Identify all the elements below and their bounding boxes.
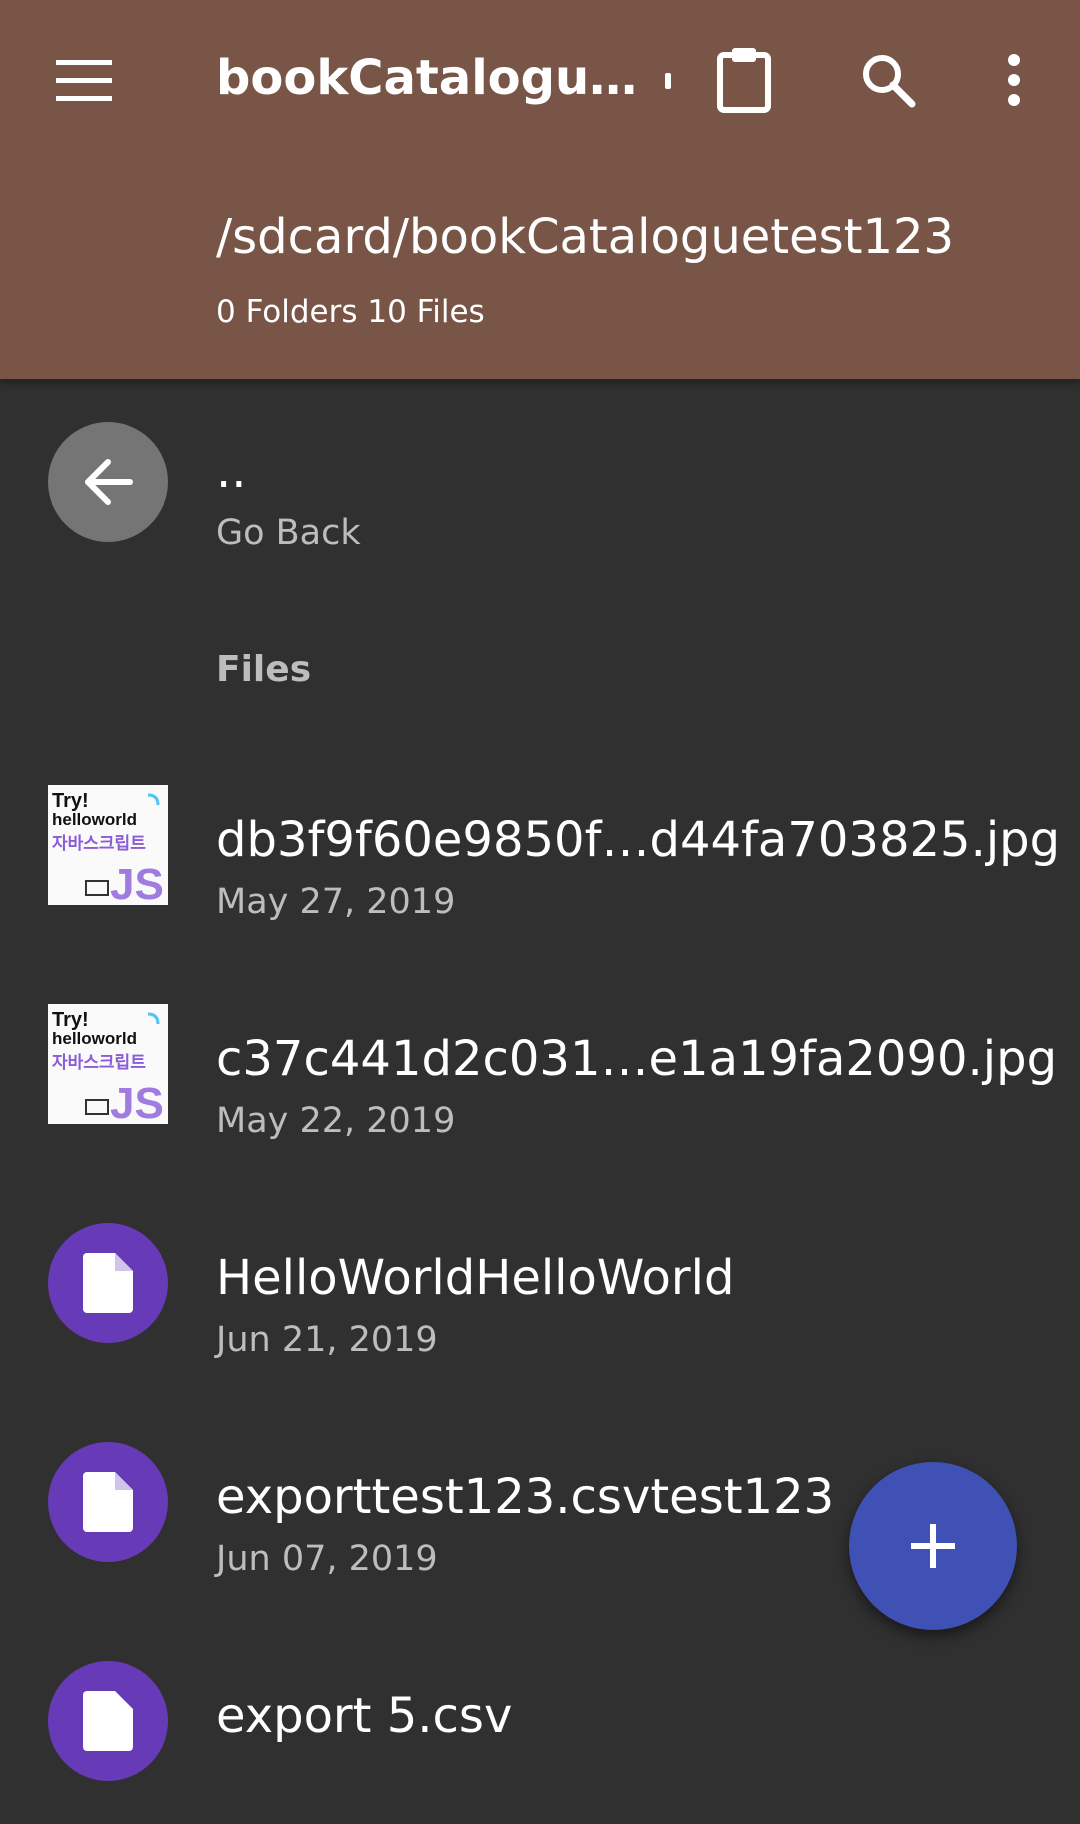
- more-vert-icon: [1008, 54, 1020, 106]
- file-date: May 27, 2019: [216, 882, 456, 922]
- files-section-header: Files: [216, 649, 312, 690]
- thumb-top-text: Try!: [52, 790, 89, 812]
- more-options-button[interactable]: [964, 30, 1064, 130]
- book-cover-image: Try! helloworld 자바스크립트 JS: [48, 1004, 168, 1124]
- thumb-korean-text: 자바스크립트: [52, 1053, 146, 1073]
- book-cover-image: Try! helloworld 자바스크립트 JS: [48, 785, 168, 905]
- back-avatar: [48, 422, 168, 542]
- spreadsheet-icon: [83, 1691, 133, 1751]
- document-avatar: [48, 1661, 168, 1781]
- clipboard-button[interactable]: [694, 30, 794, 130]
- current-path: /sdcard/bookCataloguetest123: [216, 209, 955, 265]
- document-avatar: [48, 1223, 168, 1343]
- app-bar-title: bookCataloguetest123: [216, 50, 656, 106]
- thumb-mark-text: JS: [110, 1079, 164, 1124]
- search-icon: [863, 55, 916, 108]
- document-icon: [83, 1472, 133, 1532]
- document-avatar: [48, 1442, 168, 1562]
- go-back-row[interactable]: .. Go Back: [0, 379, 1080, 579]
- list-item[interactable]: HelloWorldHelloWorld Jun 21, 2019: [0, 1186, 1080, 1386]
- search-button[interactable]: [838, 30, 938, 130]
- arrow-back-icon: [85, 459, 133, 505]
- clipboard-icon: [717, 48, 771, 113]
- thumb-korean-text: 자바스크립트: [52, 834, 146, 854]
- thumb-mark-text: JS: [110, 860, 164, 905]
- file-name: export 5.csv: [216, 1688, 513, 1744]
- document-icon: [83, 1253, 133, 1313]
- list-item[interactable]: export 5.csv: [0, 1624, 1080, 1824]
- folder-summary: 0 Folders 10 Files: [216, 294, 485, 330]
- thumb-top-text: Try!: [52, 1009, 89, 1031]
- file-date: Jun 07, 2019: [216, 1539, 438, 1579]
- list-item[interactable]: Try! helloworld 자바스크립트 JS db3f9f60e9850f…: [0, 748, 1080, 948]
- menu-button[interactable]: [34, 30, 134, 130]
- file-name: c37c441d2c031…e1a19fa2090.jpg: [216, 1031, 1058, 1087]
- file-date: Jun 21, 2019: [216, 1320, 438, 1360]
- go-back-title: ..: [216, 443, 247, 499]
- add-icon: [911, 1524, 955, 1568]
- go-back-subtitle: Go Back: [216, 513, 361, 553]
- thumb-mid-text: helloworld: [52, 1029, 137, 1048]
- thumb-mid-text: helloworld: [52, 810, 137, 829]
- add-button[interactable]: [849, 1462, 1017, 1630]
- menu-icon: [56, 60, 112, 101]
- book-thumbnail: Try! helloworld 자바스크립트 JS: [48, 1004, 168, 1124]
- app-bar: bookCataloguetest123 /sdcard/bookCatalog…: [0, 0, 1080, 379]
- book-thumbnail: Try! helloworld 자바스크립트 JS: [48, 785, 168, 905]
- file-name: db3f9f60e9850f…d44fa703825.jpg: [216, 812, 1061, 868]
- file-date: May 22, 2019: [216, 1101, 456, 1141]
- file-name: exporttest123.csvtest123: [216, 1469, 835, 1525]
- list-item[interactable]: Try! helloworld 자바스크립트 JS c37c441d2c031……: [0, 967, 1080, 1167]
- file-name: HelloWorldHelloWorld: [216, 1250, 735, 1306]
- title-separator: [665, 73, 671, 89]
